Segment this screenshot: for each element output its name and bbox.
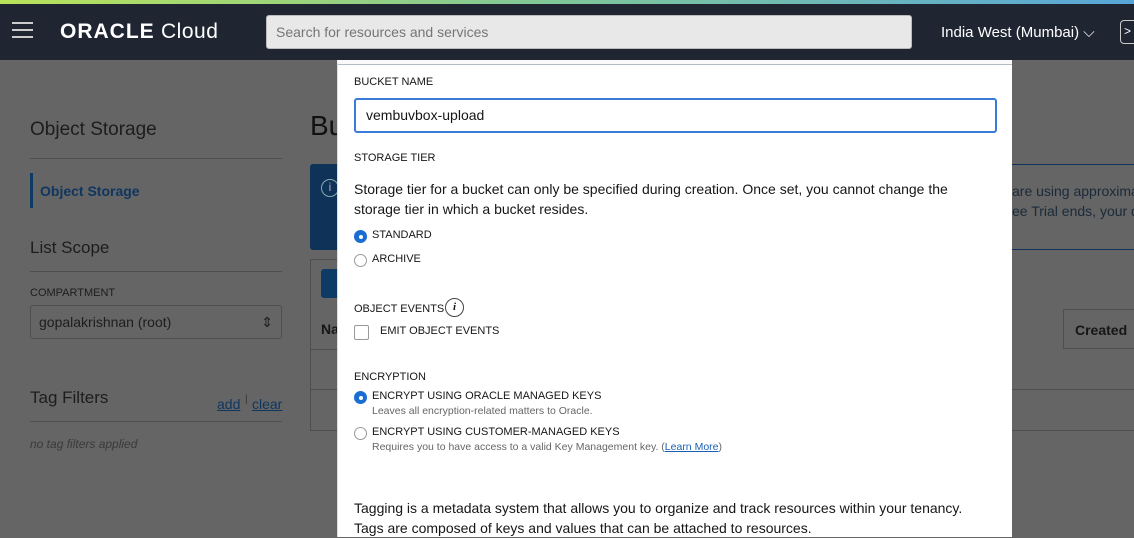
oracle-managed-keys-description: Leaves all encryption-related matters to…: [372, 405, 593, 417]
info-banner-text: are using approxima ee Trial ends, your d: [1012, 183, 1134, 219]
column-created-header[interactable]: Created: [1063, 309, 1134, 349]
emit-object-events-checkbox[interactable]: [354, 325, 369, 340]
sidebar-title: Object Storage: [30, 119, 157, 140]
learn-more-link[interactable]: Learn More: [665, 441, 719, 453]
create-bucket-button[interactable]: [321, 269, 337, 298]
create-bucket-panel: BUCKET NAME vembuvbox-upload STORAGE TIE…: [337, 60, 1012, 537]
cloud-shell-icon[interactable]: >: [1120, 20, 1134, 44]
bucket-name-label: BUCKET NAME: [354, 76, 434, 88]
sidebar-item-object-storage[interactable]: Object Storage: [40, 183, 140, 199]
customer-managed-keys-description: Requires you to have access to a valid K…: [372, 441, 722, 453]
search-input[interactable]: [266, 15, 912, 49]
hamburger-menu-icon[interactable]: [12, 22, 33, 38]
standard-label[interactable]: STANDARD: [372, 229, 432, 241]
divider: [30, 158, 282, 159]
compartment-select[interactable]: gopalakrishnan (root) ⇕: [30, 305, 282, 339]
top-header: ORACLE Cloud India West (Mumbai) ⌵ >: [0, 4, 1134, 60]
clear-tag-filter-link[interactable]: clear: [252, 396, 282, 412]
oracle-cloud-logo[interactable]: ORACLE Cloud: [60, 20, 218, 44]
tag-filters-heading: Tag Filters: [30, 388, 109, 407]
chevron-down-icon: ⌵: [1083, 24, 1095, 41]
separator: |: [245, 394, 248, 405]
bucket-name-input[interactable]: vembuvbox-upload: [354, 98, 997, 133]
storage-tier-label: STORAGE TIER: [354, 152, 436, 164]
updown-chevron-icon: ⇕: [261, 314, 273, 330]
standard-radio[interactable]: [354, 230, 367, 243]
tagging-description: Tagging is a metadata system that allows…: [354, 500, 963, 536]
active-indicator: [30, 173, 33, 208]
customer-managed-keys-radio[interactable]: [354, 427, 367, 440]
storage-tier-description: Storage tier for a bucket can only be sp…: [354, 181, 948, 217]
info-icon[interactable]: i: [445, 298, 464, 317]
divider: [30, 421, 282, 422]
compartment-label: COMPARTMENT: [30, 287, 116, 299]
oracle-managed-keys-radio[interactable]: [354, 391, 367, 404]
customer-managed-keys-label[interactable]: ENCRYPT USING CUSTOMER-MANAGED KEYS: [372, 426, 620, 438]
oracle-managed-keys-label[interactable]: ENCRYPT USING ORACLE MANAGED KEYS: [372, 390, 601, 402]
emit-object-events-label[interactable]: EMIT OBJECT EVENTS: [380, 325, 499, 337]
no-tag-filters-text: no tag filters applied: [30, 437, 138, 451]
region-selector[interactable]: India West (Mumbai) ⌵: [941, 24, 1095, 41]
add-tag-filter-link[interactable]: add: [217, 396, 240, 412]
list-scope-heading: List Scope: [30, 238, 110, 257]
info-banner: i: [310, 164, 340, 250]
encryption-label: ENCRYPTION: [354, 371, 426, 383]
archive-radio[interactable]: [354, 254, 367, 267]
archive-label[interactable]: ARCHIVE: [372, 253, 421, 265]
divider: [30, 271, 282, 272]
object-events-label: OBJECT EVENTS: [354, 303, 445, 315]
